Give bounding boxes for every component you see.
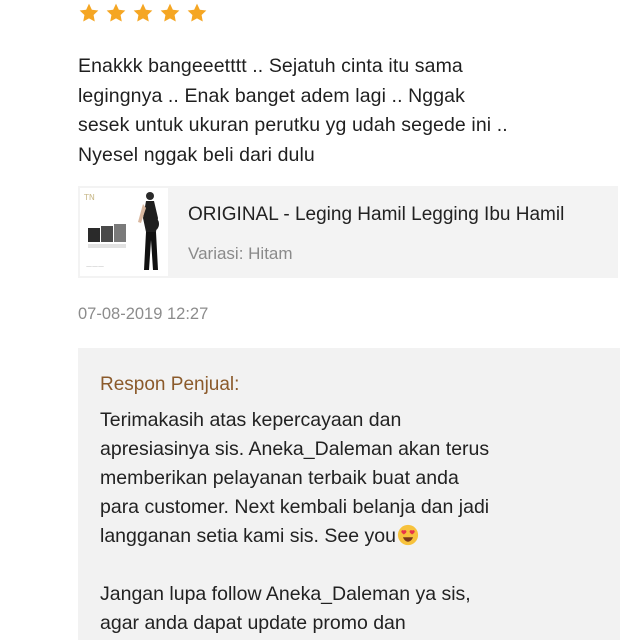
review-timestamp: 07-08-2019 12:27 [78, 305, 209, 323]
seller-text-line: Jangan lupa follow Aneka_Daleman ya sis, [100, 583, 471, 605]
seller-text-line: Terimakasih atas kepercayaan dan [100, 409, 402, 431]
seller-text-line: agar anda dapat update promo dan [100, 612, 406, 634]
seller-text-line: memberikan pelayanan terbaik buat anda [100, 467, 459, 489]
review-text-line: Enakkk bangeeetttt .. Sejatuh cinta itu … [78, 55, 463, 77]
seller-text-line: langganan setia kami sis. See you [100, 525, 396, 547]
seller-response-box: Respon Penjual: Terimakasih atas keperca… [78, 348, 620, 640]
seller-response-text: Terimakasih atas kepercayaan dan apresia… [100, 406, 615, 638]
review-text-line: legingnya .. Enak banget adem lagi .. Ng… [78, 84, 465, 107]
star-icon [106, 3, 126, 22]
star-icon [79, 3, 99, 22]
rating-stars [78, 2, 208, 24]
product-thumbnail-image: TN ——— [80, 188, 168, 276]
review-text-line: sesek untuk ukuran perutku yg udah seged… [78, 114, 508, 136]
star-icon [160, 3, 180, 22]
star-icon [187, 3, 207, 22]
seller-text-line-with-emoji: langganan setia kami sis. See you [100, 522, 615, 551]
heart-eyes-emoji-icon [397, 524, 419, 546]
svg-text:TN: TN [83, 193, 95, 202]
seller-text-line: para customer. Next kembali belanja dan … [100, 496, 490, 518]
seller-response-label: Respon Penjual: [100, 374, 240, 395]
product-name[interactable]: ORIGINAL - Leging Hamil Legging Ibu Hami… [188, 204, 608, 226]
product-card[interactable]: TN ——— ORIGINAL - Leging Hamil Legging I… [78, 186, 618, 278]
seller-text-line: apresiasinya sis. Aneka_Daleman akan ter… [100, 438, 490, 460]
product-thumbnail: TN ——— [80, 188, 168, 276]
product-variation: Variasi: Hitam [188, 244, 293, 263]
svg-text:———: ——— [86, 263, 104, 270]
star-icon [133, 3, 153, 22]
review-text-line: Nyesel nggak beli dari dulu [78, 143, 315, 166]
review-text: Enakkk bangeeetttt .. Sejatuh cinta itu … [78, 52, 623, 170]
